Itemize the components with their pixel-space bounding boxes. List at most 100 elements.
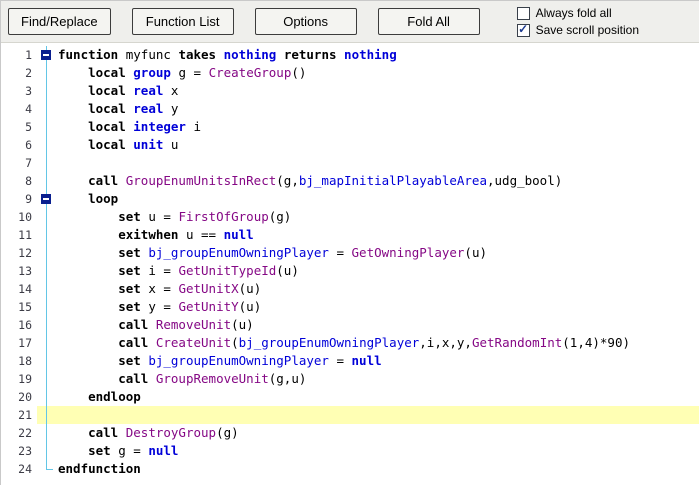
line-number: 1 xyxy=(1,46,37,64)
code-line[interactable]: 1 function myfunc takes nothing returns n… xyxy=(1,46,699,64)
fold-margin xyxy=(37,460,58,478)
function-list-button[interactable]: Function List xyxy=(131,8,234,35)
fold-margin xyxy=(37,64,58,82)
code-text: local integer i xyxy=(88,119,202,134)
fold-margin xyxy=(37,100,58,118)
code-line[interactable]: 12 set bj_groupEnumOwningPlayer = GetOwn… xyxy=(1,244,699,262)
code-text: call CreateUnit(bj_groupEnumOwningPlayer… xyxy=(118,335,631,350)
line-number: 4 xyxy=(1,100,37,118)
code-text: set y = GetUnitY(u) xyxy=(118,299,262,314)
code-line[interactable]: 10 set u = FirstOfGroup(g) xyxy=(1,208,699,226)
fold-margin xyxy=(37,208,58,226)
code-line[interactable]: 18 set bj_groupEnumOwningPlayer = null xyxy=(1,352,699,370)
fold-margin xyxy=(37,244,58,262)
fold-all-button[interactable]: Fold All xyxy=(377,8,480,35)
save-scroll-position-checkbox[interactable]: Save scroll position xyxy=(516,23,639,37)
code-text: endloop xyxy=(88,389,141,404)
fold-margin xyxy=(37,298,58,316)
line-number: 5 xyxy=(1,118,37,136)
line-number: 23 xyxy=(1,442,37,460)
code-line[interactable]: 6 local unit u xyxy=(1,136,699,154)
options-button[interactable]: Options xyxy=(254,8,357,35)
fold-margin xyxy=(37,406,58,424)
code-line[interactable]: 15 set y = GetUnitY(u) xyxy=(1,298,699,316)
code-text: function myfunc takes nothing returns no… xyxy=(58,47,397,62)
line-number: 13 xyxy=(1,262,37,280)
code-text: call GroupEnumUnitsInRect(g,bj_mapInitia… xyxy=(88,173,563,188)
line-number: 12 xyxy=(1,244,37,262)
code-line[interactable]: 24 endfunction xyxy=(1,460,699,478)
line-number: 3 xyxy=(1,82,37,100)
code-line[interactable]: 14 set x = GetUnitX(u) xyxy=(1,280,699,298)
line-number: 24 xyxy=(1,460,37,478)
code-text: set u = FirstOfGroup(g) xyxy=(118,209,292,224)
line-number: 2 xyxy=(1,64,37,82)
code-text: call GroupRemoveUnit(g,u) xyxy=(118,371,307,386)
toolbar: Find/Replace Function List Options Fold … xyxy=(1,1,699,43)
code-line[interactable]: 7 xyxy=(1,154,699,172)
fold-margin xyxy=(37,118,58,136)
code-text: set bj_groupEnumOwningPlayer = null xyxy=(118,353,382,368)
collapse-minus-icon[interactable] xyxy=(41,50,51,60)
code-line[interactable]: 8 call GroupEnumUnitsInRect(g,bj_mapInit… xyxy=(1,172,699,190)
code-line[interactable]: 11 exitwhen u == null xyxy=(1,226,699,244)
code-text: call DestroyGroup(g) xyxy=(88,425,239,440)
line-number: 6 xyxy=(1,136,37,154)
code-text: endfunction xyxy=(58,461,141,476)
fold-margin xyxy=(37,370,58,388)
code-text: local group g = CreateGroup() xyxy=(88,65,307,80)
find-replace-button[interactable]: Find/Replace xyxy=(8,8,111,35)
line-number: 19 xyxy=(1,370,37,388)
fold-margin xyxy=(37,82,58,100)
line-number: 16 xyxy=(1,316,37,334)
fold-margin xyxy=(37,442,58,460)
code-text: set i = GetUnitTypeId(u) xyxy=(118,263,299,278)
code-text: set x = GetUnitX(u) xyxy=(118,281,262,296)
code-text: set bj_groupEnumOwningPlayer = GetOwning… xyxy=(118,245,487,260)
line-number: 22 xyxy=(1,424,37,442)
code-lines: 1 function myfunc takes nothing returns n… xyxy=(1,46,699,478)
code-line[interactable]: 22 call DestroyGroup(g) xyxy=(1,424,699,442)
line-number: 17 xyxy=(1,334,37,352)
fold-toggle-icon[interactable] xyxy=(37,46,58,64)
line-number: 10 xyxy=(1,208,37,226)
code-line[interactable]: 16 call RemoveUnit(u) xyxy=(1,316,699,334)
code-line[interactable]: 13 set i = GetUnitTypeId(u) xyxy=(1,262,699,280)
line-number: 9 xyxy=(1,190,37,208)
fold-margin xyxy=(37,154,58,172)
code-line[interactable]: 19 call GroupRemoveUnit(g,u) xyxy=(1,370,699,388)
collapse-minus-icon[interactable] xyxy=(41,194,51,204)
code-editor[interactable]: 1 function myfunc takes nothing returns n… xyxy=(1,43,699,478)
fold-margin xyxy=(37,388,58,406)
code-line[interactable]: 20 endloop xyxy=(1,388,699,406)
code-line[interactable]: 9 loop xyxy=(1,190,699,208)
code-line[interactable]: 4 local real y xyxy=(1,100,699,118)
code-line[interactable]: 3 local real x xyxy=(1,82,699,100)
line-number: 21 xyxy=(1,406,37,424)
always-fold-all-checkbox[interactable]: Always fold all xyxy=(516,6,639,20)
fold-margin xyxy=(37,424,58,442)
line-number: 7 xyxy=(1,154,37,172)
fold-margin xyxy=(37,136,58,154)
script-editor-window: Find/Replace Function List Options Fold … xyxy=(0,0,699,485)
fold-toggle-icon[interactable] xyxy=(37,190,58,208)
checkbox-box-icon[interactable] xyxy=(516,23,530,37)
fold-margin xyxy=(37,352,58,370)
fold-margin xyxy=(37,334,58,352)
fold-margin xyxy=(37,172,58,190)
line-number: 15 xyxy=(1,298,37,316)
code-text: set g = null xyxy=(88,443,179,458)
line-number: 18 xyxy=(1,352,37,370)
checkbox-label: Always fold all xyxy=(535,6,612,20)
code-line[interactable]: 2 local group g = CreateGroup() xyxy=(1,64,699,82)
checkbox-label: Save scroll position xyxy=(535,23,639,37)
checkbox-box-icon[interactable] xyxy=(516,6,530,20)
code-line[interactable]: 21 xyxy=(1,406,699,424)
code-line[interactable]: 5 local integer i xyxy=(1,118,699,136)
code-line[interactable]: 23 set g = null xyxy=(1,442,699,460)
code-text: call RemoveUnit(u) xyxy=(118,317,254,332)
line-number: 14 xyxy=(1,280,37,298)
code-line[interactable]: 17 call CreateUnit(bj_groupEnumOwningPla… xyxy=(1,334,699,352)
line-number: 20 xyxy=(1,388,37,406)
